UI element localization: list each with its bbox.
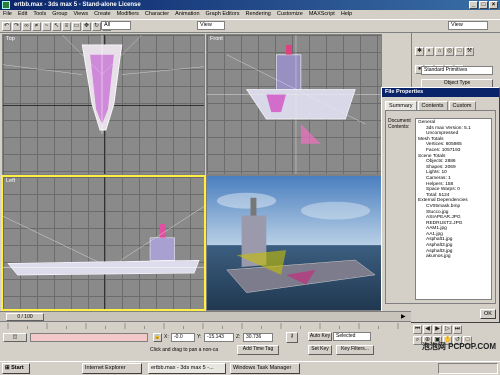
maxscript-listener[interactable]: [30, 333, 148, 342]
selection-filter[interactable]: All: [101, 21, 131, 30]
region-icon[interactable]: ▭: [72, 21, 81, 31]
carrier-side-view: [3, 206, 204, 276]
play-icon[interactable]: ▶: [433, 325, 442, 334]
menu-group[interactable]: Group: [52, 10, 67, 19]
time-slider[interactable]: 0 / 100 ▶: [0, 311, 411, 321]
display-tab-icon[interactable]: □: [455, 47, 464, 56]
taskbar-item-3dsmax[interactable]: ertbb.max - 3ds max 5 -...: [148, 363, 226, 374]
modify-tab-icon[interactable]: ◐: [425, 47, 434, 56]
tab-custom[interactable]: Custom: [448, 101, 476, 110]
menu-rendering[interactable]: Rendering: [245, 10, 270, 19]
key-filters-button[interactable]: Key Filters...: [336, 345, 374, 355]
title-bar: ertbb.max - 3ds max 5 - Stand-alone Lice…: [0, 0, 500, 10]
contents-line: akumos.jpg: [426, 254, 451, 260]
undo-icon[interactable]: ↶: [2, 21, 11, 31]
minimize-icon[interactable]: _: [469, 1, 478, 9]
taskbar-item-task-manager[interactable]: Windows Task Manager: [230, 363, 300, 374]
menu-create[interactable]: Create: [94, 10, 111, 19]
menu-modifiers[interactable]: Modifiers: [117, 10, 139, 19]
redo-icon[interactable]: ↷: [12, 21, 21, 31]
start-button[interactable]: ⊞ Start: [2, 363, 30, 374]
carrier-front-view: [207, 35, 381, 174]
watermark: 泡泡网 PCPOP.COM: [421, 342, 496, 351]
menu-animation[interactable]: Animation: [175, 10, 199, 19]
viewport-front[interactable]: Front: [206, 34, 382, 175]
app-icon: [2, 1, 10, 9]
x-coordinate[interactable]: -0.0: [171, 333, 195, 342]
bind-icon[interactable]: ~: [42, 21, 51, 31]
menu-customize[interactable]: Customize: [277, 10, 303, 19]
viewport-top[interactable]: Top: [2, 34, 205, 175]
set-key-button[interactable]: Set Key: [308, 345, 332, 355]
menu-bar: File Edit Tools Group Views Create Modif…: [0, 10, 500, 19]
viewport-perspective[interactable]: [206, 175, 382, 311]
close-icon[interactable]: ×: [489, 1, 498, 9]
carrier-top-view: [3, 35, 204, 135]
menu-character[interactable]: Character: [145, 10, 169, 19]
dialog-title: File Properties: [382, 88, 499, 97]
track-bar[interactable]: [0, 321, 411, 330]
hierarchy-tab-icon[interactable]: ⌂: [435, 47, 444, 56]
file-properties-dialog: File Properties Summary Contents Custom …: [381, 87, 500, 323]
menu-file[interactable]: File: [3, 10, 12, 19]
select-by-name-icon[interactable]: ≡: [62, 21, 71, 31]
motion-tab-icon[interactable]: ◎: [445, 47, 454, 56]
rotate-icon[interactable]: ↻: [92, 21, 101, 31]
menu-help[interactable]: Help: [341, 10, 352, 19]
go-to-start-icon[interactable]: ⏮: [413, 325, 422, 334]
z-coordinate[interactable]: 30.736: [243, 333, 273, 342]
carrier-render: [207, 176, 381, 310]
auto-key-button[interactable]: Auto Key: [308, 332, 332, 341]
dialog-body: Document Contents: General 3ds max Versio…: [385, 110, 496, 304]
window-controls: _ □ ×: [469, 1, 498, 9]
unlink-icon[interactable]: ≠: [32, 21, 41, 31]
move-icon[interactable]: ✥: [82, 21, 91, 31]
document-contents-list[interactable]: General 3ds max Version: 5.1 Uncompressed M…: [415, 118, 492, 300]
menu-edit[interactable]: Edit: [18, 10, 27, 19]
menu-graph-editors[interactable]: Graph Editors: [206, 10, 240, 19]
create-tab-icon[interactable]: ✱: [415, 47, 424, 56]
viewport-label-front[interactable]: Front: [210, 36, 223, 42]
viewport-label-left[interactable]: Left: [6, 178, 15, 184]
y-coordinate[interactable]: -15.143: [204, 333, 234, 342]
tab-summary[interactable]: Summary: [385, 101, 417, 110]
viewport-label-top[interactable]: Top: [6, 36, 15, 42]
tab-contents[interactable]: Contents: [417, 101, 448, 110]
link-icon[interactable]: ∞: [22, 21, 31, 31]
key-icon[interactable]: ⚷: [286, 332, 298, 343]
select-icon[interactable]: ↖: [52, 21, 61, 31]
menu-views[interactable]: Views: [74, 10, 89, 19]
start-label: Start: [11, 365, 24, 371]
view-dropdown[interactable]: View: [448, 21, 488, 30]
prompt-line: Click and drag to pan a non-ca: [150, 347, 219, 353]
main-toolbar: ↶ ↷ ∞ ≠ ~ ↖ ≡ ▭ ✥ ↻ ◰: [0, 19, 500, 33]
window-title: ertbb.max - 3ds max 5 - Stand-alone Lice…: [14, 2, 141, 8]
taskbar-item-internet-explorer[interactable]: Internet Explorer: [82, 363, 142, 374]
zoom-icon[interactable]: ⌕: [413, 336, 422, 345]
utilities-tab-icon[interactable]: ⚒: [465, 47, 474, 56]
menu-maxscript[interactable]: MAXScript: [309, 10, 335, 19]
add-time-tag-button[interactable]: Add Time Tag: [237, 345, 279, 355]
reference-coord-dropdown[interactable]: View: [197, 21, 225, 30]
status-bar: 🔒 X: -0.0 Y: -15.143 Z: 30.736 ⚷ Auto Ke…: [0, 329, 411, 361]
ok-button[interactable]: OK: [480, 309, 496, 319]
time-slider-handle[interactable]: 0 / 100: [6, 313, 44, 321]
previous-frame-icon[interactable]: ◀: [423, 325, 432, 334]
system-tray: [438, 363, 498, 374]
maximize-icon[interactable]: □: [479, 1, 488, 9]
next-key-icon[interactable]: ▷: [443, 325, 452, 334]
document-contents-label: Document Contents:: [388, 118, 411, 130]
lock-selection-icon[interactable]: 🔒: [153, 333, 162, 342]
taskbar: ⊞ Start Internet Explorer ertbb.max - 3d…: [0, 361, 500, 375]
selected-dropdown[interactable]: Selected: [333, 332, 371, 341]
viewport-config-icon[interactable]: ◫: [3, 333, 27, 342]
viewport-left[interactable]: Left: [1, 175, 206, 311]
windows-icon: ⊞: [5, 365, 10, 371]
menu-tools[interactable]: Tools: [33, 10, 46, 19]
primitive-category-dropdown[interactable]: Standard Primitives: [421, 66, 493, 75]
next-frame-icon[interactable]: ▶: [401, 313, 409, 321]
dialog-tabs: Summary Contents Custom: [382, 97, 499, 110]
go-to-end-icon[interactable]: ⏭: [453, 325, 462, 334]
